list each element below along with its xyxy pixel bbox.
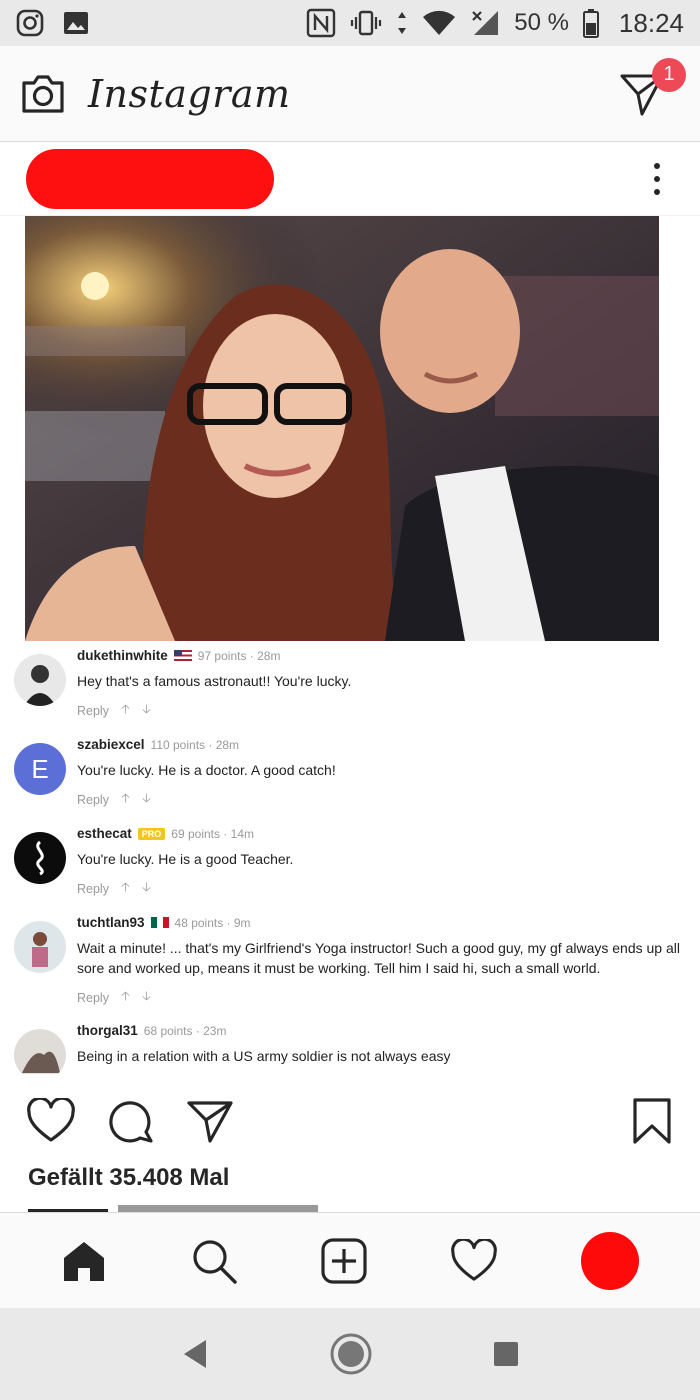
activity-heart-icon[interactable] [450,1238,498,1283]
selfie-photo [25,216,659,641]
avatar[interactable] [14,921,66,973]
comment-meta: 48 points · 9m [174,915,251,930]
comment-username[interactable]: szabiexcel [77,737,145,752]
upvote-icon[interactable]: 🡡 [121,789,130,810]
downvote-icon[interactable]: 🡣 [142,987,151,1008]
system-navigation [0,1308,700,1400]
reply-link[interactable]: Reply [77,704,109,718]
comment-icon[interactable] [108,1098,154,1144]
new-post-icon[interactable] [320,1237,368,1285]
notification-badge: 1 [652,57,686,92]
reply-link[interactable]: Reply [77,882,109,896]
comment-username[interactable]: tuchtlan93 [77,915,145,930]
more-options-icon[interactable] [654,162,660,195]
reply-link[interactable]: Reply [77,793,109,807]
battery-icon [582,9,599,38]
nfc-icon [307,8,336,38]
comment-item: tuchtlan93 48 points · 9m Wait a minute!… [0,915,700,1023]
comment-username[interactable]: dukethinwhite [77,648,168,663]
home-circle-icon[interactable] [329,1332,373,1376]
comment-username[interactable]: esthecat [77,826,132,841]
downvote-icon[interactable]: 🡣 [142,789,151,810]
upvote-icon[interactable]: 🡡 [121,878,130,899]
bookmark-icon[interactable] [632,1098,672,1144]
back-icon[interactable] [180,1338,210,1370]
upvote-icon[interactable]: 🡡 [121,987,130,1008]
esthecat-logo-icon [36,840,44,876]
avatar-letter: E [31,753,49,784]
comment-list: dukethinwhite 97 points · 28m Hey that's… [0,648,700,1074]
like-heart-icon[interactable] [26,1098,76,1144]
photo-illustration [25,216,659,641]
image-notification-icon [64,12,88,34]
share-icon[interactable] [186,1098,234,1144]
signal-icon [472,11,499,35]
app-header: Instagram 1 [0,46,700,142]
comment-text: You're lucky. He is a good Teacher. [77,851,294,867]
vibrate-icon [351,10,382,36]
comment-meta: 110 points · 28m [150,737,240,752]
comment-meta: 97 points · 28m [197,648,281,663]
comment-item: esthecat PRO 69 points · 14m You're luck… [0,826,700,915]
comment-item: thorgal31 68 points · 23m Being in a rel… [0,1023,700,1074]
app-logo: Instagram [88,71,291,116]
downvote-icon[interactable]: 🡣 [142,700,151,721]
upvote-icon[interactable]: 🡡 [121,700,130,721]
avatar[interactable] [14,654,66,706]
status-bar: 50 % 18:24 [0,0,700,46]
instagram-notification-icon [16,9,44,37]
home-icon[interactable] [61,1238,107,1284]
battery-percentage: 50 % [514,9,569,36]
avatar[interactable] [14,832,66,884]
downvote-icon[interactable]: 🡣 [142,878,151,899]
flag-icon [150,917,169,928]
camera-icon[interactable] [20,73,66,115]
comment-meta: 69 points · 14m [171,826,255,841]
wifi-icon [423,10,456,36]
redacted-username[interactable] [26,148,274,209]
comment-username[interactable]: thorgal31 [77,1023,138,1038]
recents-icon[interactable] [492,1340,520,1368]
flag-icon [173,650,192,661]
comment-meta: 68 points · 23m [143,1023,227,1038]
search-icon[interactable] [190,1237,238,1285]
data-arrows-icon [398,12,407,34]
avatar[interactable]: E [14,743,66,795]
comment-text: Hey that's a famous astronaut!! You're l… [77,673,352,689]
reply-link[interactable]: Reply [77,991,109,1005]
direct-messages-button[interactable]: 1 [618,57,686,118]
likes-count[interactable]: Gefällt 35.408 Mal [28,1164,229,1192]
avatar[interactable] [14,1029,66,1074]
pro-badge: PRO [137,827,166,840]
post-image[interactable]: dukethinwhite 97 points · 28m Hey that's… [0,216,700,1074]
comment-text: You're lucky. He is a doctor. A good cat… [77,762,336,778]
bottom-navigation [0,1212,700,1308]
post-header [0,142,700,216]
comment-item: dukethinwhite 97 points · 28m Hey that's… [0,648,700,737]
caption-peek [28,1200,328,1212]
post-actions [0,1086,700,1156]
comment-text: Wait a minute! ... that's my Girlfriend'… [77,940,680,976]
comment-item: E szabiexcel 110 points · 28m You're luc… [0,737,700,826]
profile-avatar-redacted[interactable] [580,1231,639,1290]
clock: 18:24 [618,7,684,38]
comment-text: Being in a relation with a US army soldi… [77,1048,451,1064]
